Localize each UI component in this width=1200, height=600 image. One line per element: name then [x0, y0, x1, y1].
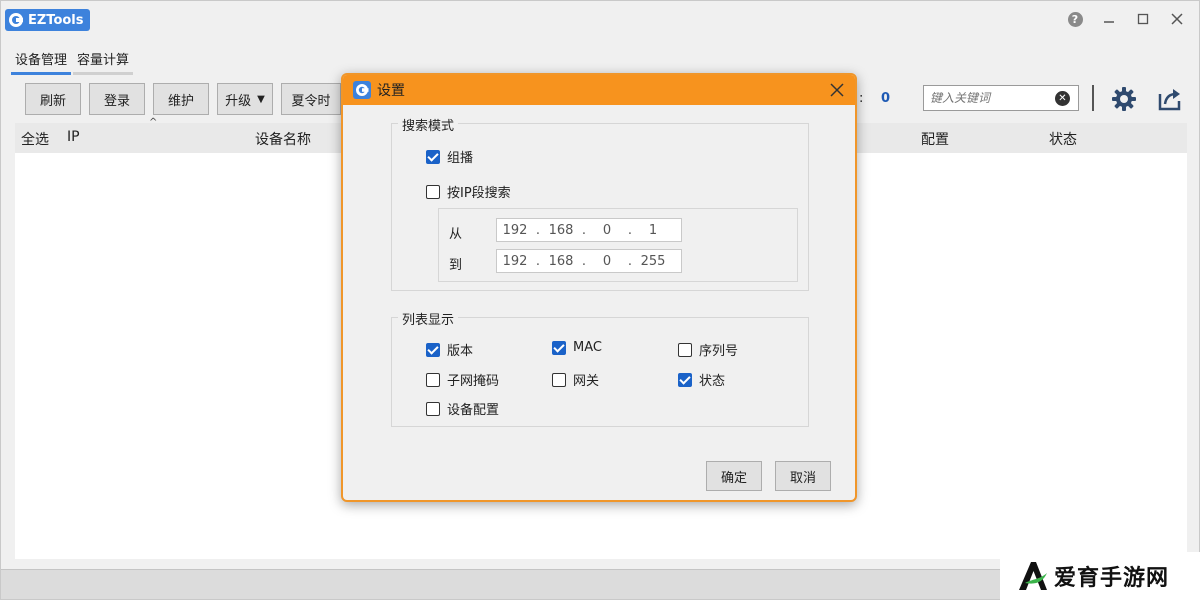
- list-item-version[interactable]: 版本: [426, 340, 473, 359]
- upgrade-dropdown-button[interactable]: 升级 ▼: [217, 83, 273, 115]
- login-button[interactable]: 登录: [89, 83, 145, 115]
- list-item-gateway[interactable]: 网关: [552, 370, 599, 389]
- by-ip-checkbox[interactable]: [426, 184, 440, 199]
- to-ip-input[interactable]: 192. 168. 0. 255: [496, 249, 682, 273]
- dialog-title: 设置: [377, 83, 405, 99]
- to-ip-octet-4[interactable]: 255: [635, 254, 671, 269]
- dialog-logo-icon: [353, 81, 371, 99]
- app-logo-icon: [9, 13, 23, 27]
- device-config-checkbox[interactable]: [426, 401, 440, 416]
- title-bar: EZTools ?: [1, 1, 1199, 41]
- to-ip-octet-3[interactable]: 0: [589, 254, 625, 269]
- list-item-subnet[interactable]: 子网掩码: [426, 370, 499, 389]
- by-ip-checkbox-row[interactable]: 按IP段搜索: [426, 182, 511, 201]
- status-checkbox[interactable]: [678, 372, 692, 387]
- status-label: 状态: [699, 374, 726, 389]
- device-config-label: 设备配置: [447, 403, 500, 418]
- toolbar-divider: [1092, 85, 1094, 111]
- version-checkbox[interactable]: [426, 342, 440, 357]
- list-display-title: 列表显示: [398, 309, 459, 328]
- app-title: EZTools: [28, 12, 84, 28]
- tab-device-management[interactable]: 设备管理: [11, 47, 72, 75]
- maintain-button[interactable]: 维护: [153, 83, 209, 115]
- dialog-title-bar: 设置: [343, 75, 855, 105]
- help-icon[interactable]: ?: [1067, 11, 1083, 27]
- maximize-icon[interactable]: [1135, 11, 1151, 27]
- refresh-button[interactable]: 刷新: [25, 83, 81, 115]
- upgrade-label: 升级: [225, 93, 252, 109]
- search-mode-title: 搜索模式: [398, 115, 459, 134]
- gear-icon[interactable]: [1111, 86, 1137, 112]
- by-ip-label: 按IP段搜索: [447, 186, 511, 201]
- column-device-name[interactable]: 设备名称: [255, 129, 311, 149]
- main-tabs: 设备管理 容量计算: [11, 47, 135, 75]
- to-label: 到: [449, 258, 463, 273]
- device-count-label: :: [859, 91, 864, 106]
- list-item-device-config[interactable]: 设备配置: [426, 399, 499, 418]
- column-status[interactable]: 状态: [1049, 129, 1077, 149]
- device-count-value: 0: [881, 91, 891, 106]
- chevron-down-icon: ▼: [257, 93, 265, 105]
- serial-label: 序列号: [699, 344, 739, 359]
- column-ip[interactable]: IP: [67, 129, 80, 145]
- window-controls: ?: [1067, 11, 1185, 27]
- from-ip-input[interactable]: 192. 168. 0. 1: [496, 218, 682, 242]
- list-item-serial[interactable]: 序列号: [678, 340, 738, 359]
- export-icon[interactable]: [1157, 86, 1183, 112]
- serial-checkbox[interactable]: [678, 342, 692, 357]
- minimize-icon[interactable]: [1101, 11, 1117, 27]
- multicast-checkbox-row[interactable]: 组播: [426, 147, 473, 166]
- clear-search-icon[interactable]: ✕: [1055, 91, 1070, 106]
- cancel-button[interactable]: 取消: [775, 461, 831, 491]
- subnet-checkbox[interactable]: [426, 372, 440, 387]
- to-ip-octet-2[interactable]: 168: [543, 254, 579, 269]
- watermark-logo-icon: [1019, 562, 1047, 590]
- dialog-close-icon[interactable]: [827, 80, 847, 100]
- column-select-all[interactable]: 全选: [21, 129, 49, 149]
- list-item-status[interactable]: 状态: [678, 370, 725, 389]
- watermark-text: 爱育手游网: [1054, 566, 1170, 591]
- from-ip-octet-1[interactable]: 192: [497, 223, 533, 238]
- tab-capacity-calc[interactable]: 容量计算: [73, 47, 134, 75]
- subnet-label: 子网掩码: [447, 374, 500, 389]
- column-config[interactable]: 配置: [921, 129, 949, 149]
- mac-label: MAC: [573, 340, 602, 355]
- sort-ascending-icon: ^: [149, 117, 158, 128]
- dst-button[interactable]: 夏令时: [281, 83, 341, 115]
- from-ip-octet-3[interactable]: 0: [589, 223, 625, 238]
- from-label: 从: [449, 227, 463, 242]
- from-ip-octet-2[interactable]: 168: [543, 223, 579, 238]
- settings-dialog: 设置 搜索模式 组播 按IP段搜索 从 到 192. 168. 0. 1 192…: [341, 73, 857, 502]
- multicast-checkbox[interactable]: [426, 149, 440, 164]
- app-badge: EZTools: [5, 9, 90, 31]
- list-item-mac[interactable]: MAC: [552, 340, 602, 355]
- watermark: 爱育手游网: [1000, 552, 1200, 600]
- from-ip-octet-4[interactable]: 1: [635, 223, 671, 238]
- to-ip-octet-1[interactable]: 192: [497, 254, 533, 269]
- search-box: ✕: [923, 85, 1079, 111]
- version-label: 版本: [447, 344, 474, 359]
- multicast-label: 组播: [447, 151, 474, 166]
- mac-checkbox[interactable]: [552, 340, 566, 355]
- gateway-checkbox[interactable]: [552, 372, 566, 387]
- close-icon[interactable]: [1169, 11, 1185, 27]
- gateway-label: 网关: [573, 374, 600, 389]
- ok-button[interactable]: 确定: [706, 461, 762, 491]
- search-input[interactable]: [930, 91, 1048, 105]
